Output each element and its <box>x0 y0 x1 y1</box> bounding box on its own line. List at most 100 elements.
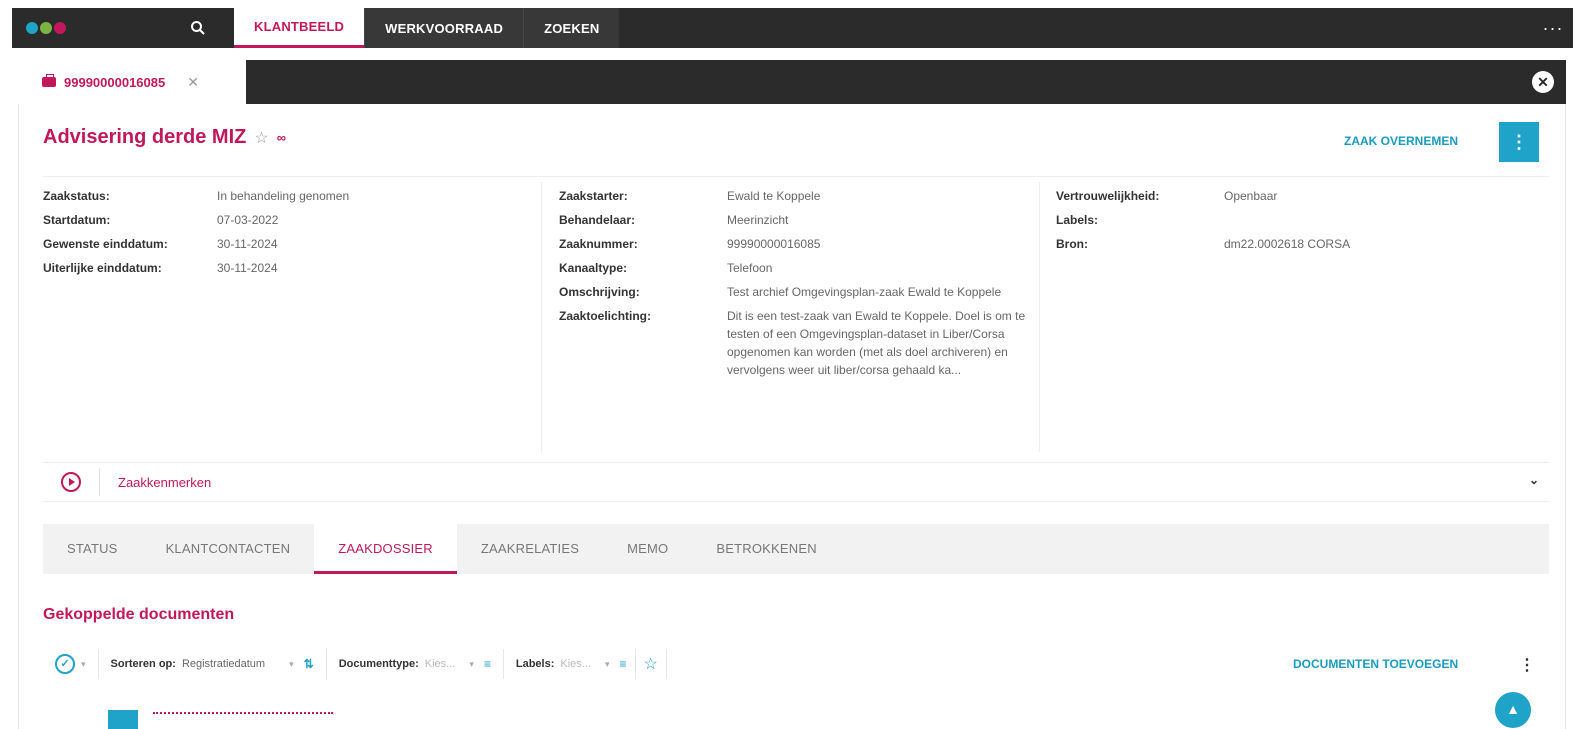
detail-value: 07-03-2022 <box>217 213 279 227</box>
detail-row: Zaaknummer: 99990000016085 <box>559 232 1027 256</box>
divider <box>97 649 99 679</box>
detail-label: Zaakstarter: <box>559 189 628 203</box>
labels-label: Labels: <box>515 658 555 670</box>
detail-value: 99990000016085 <box>727 237 821 251</box>
chevron-down-icon[interactable]: ⌄ <box>1529 473 1539 487</box>
page-title: Advisering derde MIZ <box>43 126 247 148</box>
detail-value: Test archief Omgevingsplan-zaak Ewald te… <box>727 285 1002 299</box>
doctype-select[interactable]: Kies... <box>425 658 456 670</box>
tab-memo[interactable]: MEMO <box>603 524 692 574</box>
toolbar-kebab-icon[interactable]: ⋮ <box>1519 655 1535 675</box>
detail-row: Omschrijving: Test archief Omgevingsplan-… <box>559 280 1027 304</box>
case-detail-tabs: STATUS KLANTCONTACTEN ZAAKDOSSIER ZAAKRE… <box>43 524 1549 574</box>
divider <box>325 649 327 679</box>
caret-down-icon[interactable]: ▾ <box>81 659 86 670</box>
tab-status[interactable]: STATUS <box>67 524 142 574</box>
case-title-row: Advisering derde MIZ ☆ ∞ <box>43 126 286 149</box>
case-actions-kebab-icon[interactable]: ⋮ <box>1499 122 1539 162</box>
search-icon <box>191 21 205 35</box>
tab-zaakdossier[interactable]: ZAAKDOSSIER <box>314 524 457 574</box>
scroll-to-top-icon[interactable]: ▲ <box>1495 692 1531 728</box>
detail-value: In behandeling genomen <box>217 189 350 203</box>
divider <box>634 649 636 679</box>
play-icon[interactable] <box>61 472 81 492</box>
filter-icon[interactable]: ≡ <box>484 657 491 671</box>
column-divider <box>541 182 542 452</box>
caret-down-icon[interactable]: ▾ <box>289 659 294 670</box>
top-navigation: KLANTBEELD WERKVOORRAAD ZOEKEN ··· <box>0 0 1583 58</box>
tab-klantcontacten[interactable]: KLANTCONTACTEN <box>142 524 315 574</box>
zaakkenmerken-label[interactable]: Zaakkenmerken <box>118 475 211 490</box>
sort-select[interactable]: Registratiedatum <box>182 658 265 670</box>
divider <box>99 468 100 496</box>
caret-down-icon[interactable]: ▾ <box>469 659 474 670</box>
detail-label: Zaaknummer: <box>559 237 638 251</box>
column-divider <box>1039 182 1040 452</box>
case-tab[interactable]: 99990000016085 ✕ <box>18 60 246 104</box>
favorite-star-icon[interactable]: ☆ <box>254 128 268 148</box>
zaakkenmerken-row[interactable]: Zaakkenmerken ⌄ <box>43 462 1549 502</box>
detail-row: Zaaktoelichting: Dit is een test-zaak van… <box>559 304 1027 382</box>
detail-value: 30-11-2024 <box>217 237 278 251</box>
detail-row: Behandelaar: Meerinzicht <box>559 208 1027 232</box>
detail-row: Zaakstatus: In behandeling genomen <box>43 184 349 208</box>
detail-row: Kanaaltype: Telefoon <box>559 256 1027 280</box>
detail-label: Vertrouwelijkheid: <box>1056 189 1160 203</box>
more-menu-icon[interactable]: ··· <box>1533 18 1573 39</box>
logo-dot-pink <box>54 22 66 34</box>
details-column-2: Zaakstarter: Ewald te Koppele Behandelaar… <box>559 184 1027 382</box>
filter-icon[interactable]: ≡ <box>620 657 627 671</box>
case-tab-strip: 99990000016085 ✕ ✕ <box>18 60 1566 104</box>
documents-toolbar: ✓ ▾ Sorteren op: Registratiedatum ▾ ⇅ Do… <box>43 644 1549 684</box>
zaak-overnemen-button[interactable]: ZAAK OVERNEMEN <box>1344 134 1458 148</box>
select-all-check-icon[interactable]: ✓ <box>55 654 75 674</box>
briefcase-icon <box>42 74 56 87</box>
document-row-icon <box>108 710 138 729</box>
nav-tab-zoeken[interactable]: ZOEKEN <box>523 8 620 48</box>
detail-row: Bron: dm22.0002618 CORSA <box>1056 232 1350 256</box>
details-column-1: Zaakstatus: In behandeling genomen Startd… <box>43 184 349 280</box>
doctype-label: Documenttype: <box>338 658 419 670</box>
close-icon[interactable]: ✕ <box>187 74 199 91</box>
detail-label: Startdatum: <box>43 213 111 227</box>
sort-direction-icon[interactable]: ⇅ <box>304 657 314 671</box>
divider <box>665 649 667 679</box>
divider <box>502 649 504 679</box>
detail-value: Openbaar <box>1224 189 1278 203</box>
detail-row: Vertrouwelijkheid: Openbaar <box>1056 184 1350 208</box>
top-nav-bar: KLANTBEELD WERKVOORRAAD ZOEKEN ··· <box>12 8 1573 48</box>
search-button[interactable] <box>162 8 234 48</box>
caret-down-icon[interactable]: ▾ <box>605 659 610 670</box>
detail-label: Uiterlijke einddatum: <box>43 261 162 275</box>
favorites-star-icon[interactable]: ☆ <box>644 654 658 674</box>
detail-row: Startdatum: 07-03-2022 <box>43 208 349 232</box>
document-row-preview <box>153 712 333 720</box>
sort-label: Sorteren op: <box>110 658 176 670</box>
detail-value: Dit is een test-zaak van Ewald te Koppel… <box>727 309 1026 377</box>
detail-label: Gewenste einddatum: <box>43 237 168 251</box>
link-icon[interactable]: ∞ <box>277 130 286 145</box>
detail-label: Behandelaar: <box>559 213 636 227</box>
detail-row: Uiterlijke einddatum: 30-11-2024 <box>43 256 349 280</box>
detail-value: 30-11-2024 <box>217 261 278 275</box>
detail-label: Bron: <box>1056 237 1088 251</box>
tab-zaakrelaties[interactable]: ZAAKRELATIES <box>457 524 603 574</box>
detail-row: Labels: <box>1056 208 1350 232</box>
case-tab-label: 99990000016085 <box>64 74 166 90</box>
detail-value: dm22.0002618 CORSA <box>1224 237 1351 251</box>
detail-value: Telefoon <box>727 261 773 275</box>
nav-tab-klantbeeld[interactable]: KLANTBEELD <box>234 8 365 48</box>
app-logo[interactable] <box>12 8 162 48</box>
section-title: Gekoppelde documenten <box>43 606 235 623</box>
details-column-3: Vertrouwelijkheid: Openbaar Labels: Bron:… <box>1056 184 1350 256</box>
labels-select[interactable]: Kies... <box>560 658 591 670</box>
nav-tab-werkvoorraad[interactable]: WERKVOORRAAD <box>364 8 524 48</box>
documenten-toevoegen-button[interactable]: DOCUMENTEN TOEVOEGEN <box>1293 657 1458 671</box>
detail-label: Zaaktoelichting: <box>559 309 652 323</box>
tab-betrokkenen[interactable]: BETROKKENEN <box>692 524 840 574</box>
detail-label: Zaakstatus: <box>43 189 110 203</box>
close-all-icon[interactable]: ✕ <box>1532 71 1554 93</box>
logo-dot-blue <box>26 22 38 34</box>
case-card: Advisering derde MIZ ☆ ∞ ZAAK OVERNEMEN … <box>18 104 1566 729</box>
detail-row: Gewenste einddatum: 30-11-2024 <box>43 232 349 256</box>
